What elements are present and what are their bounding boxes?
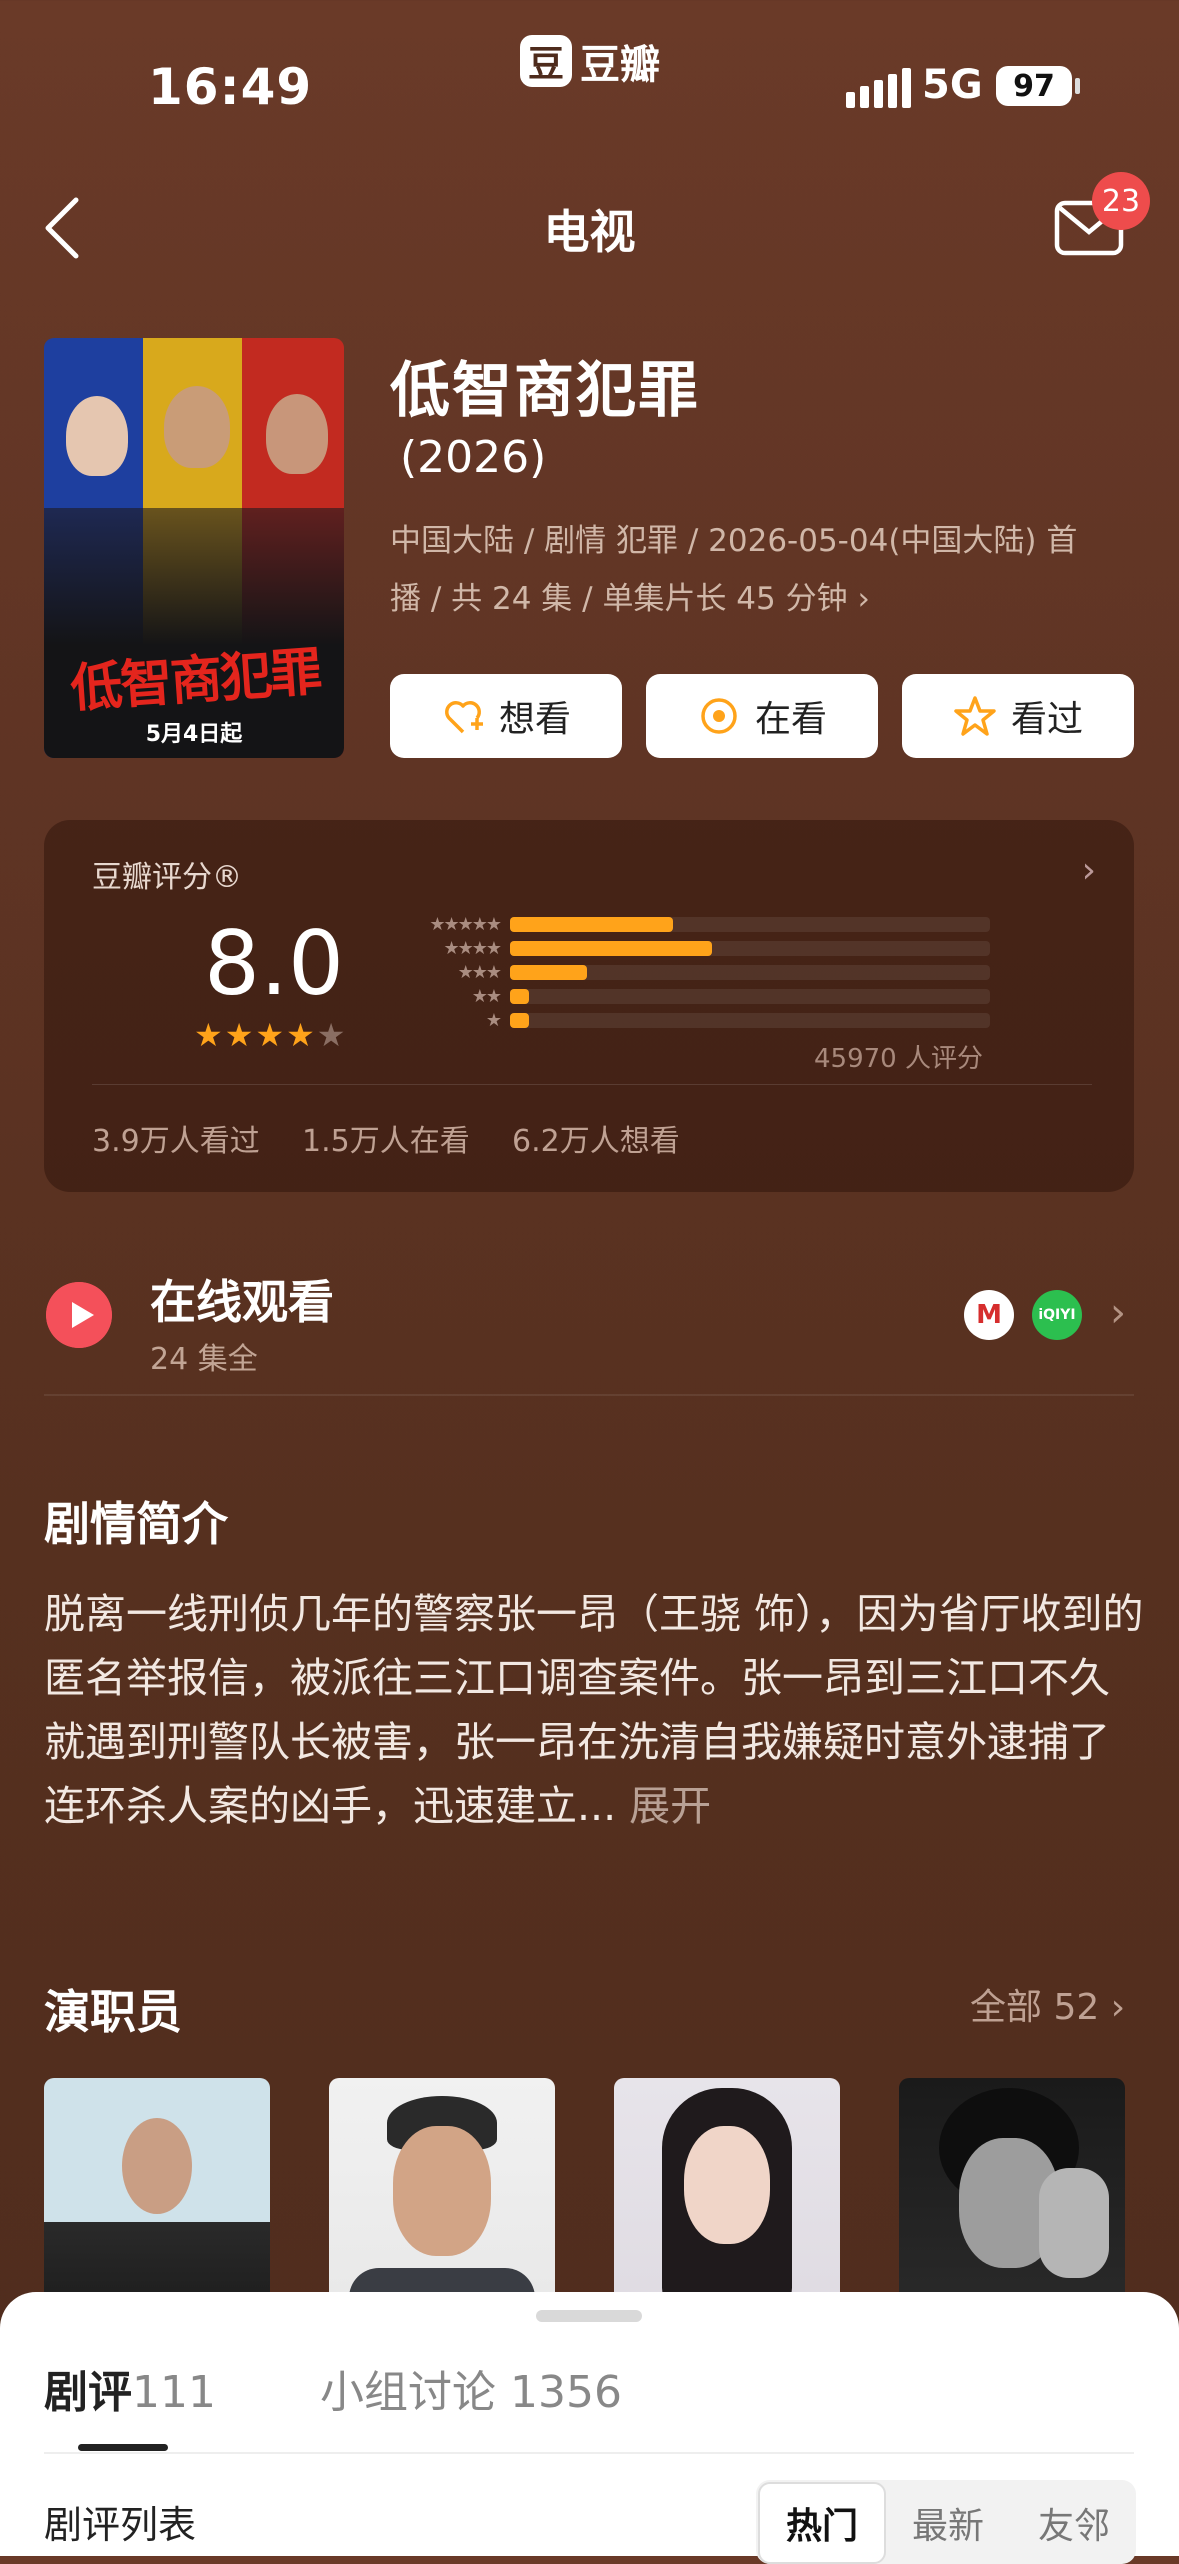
online-watch-title[interactable]: 在线观看 [150,1266,334,1332]
rating-count: 45970 人评分 [814,1044,983,1074]
tab-reviews-count: 111 [132,2367,216,2418]
douban-logo-icon: 豆 [520,35,572,87]
star-empty-icon: ★ [316,1016,348,1054]
rating-row-4-star: ★★★★ [384,937,990,959]
battery-tip [1075,78,1080,94]
rating-row-5-star: ★★★★★ [384,913,990,935]
rating-bar-track [510,940,990,956]
rating-bar-fill [510,964,587,980]
tab-indicator [78,2444,168,2451]
show-poster[interactable]: 低智商犯罪 5月4日起 [44,338,344,758]
rating-bar-fill [510,988,530,1004]
drag-handle[interactable] [536,2310,642,2322]
tab-reviews[interactable]: 剧评111 [44,2356,216,2420]
stat-watching: 1.5万人在看 [302,1124,470,1159]
signal-icon [846,68,911,108]
battery-icon: 97 [996,66,1072,106]
star-filled-icon: ★ [194,1016,225,1054]
chevron-right-icon[interactable]: › [1110,1290,1126,1336]
rating-bar-track [510,964,990,980]
synopsis-text[interactable]: 脱离一线刑侦几年的警察张一昂（王骁 饰），因为省厅收到的匿名举报信，被派往三江口… [44,1582,1144,1838]
cast-photo-3[interactable] [614,2078,840,2318]
rating-row-stars-icon: ★★★ [457,961,502,983]
play-icon[interactable] [46,1282,112,1348]
chevron-right-icon: › [1110,1987,1126,2028]
watched-button[interactable]: 看过 [902,674,1134,758]
watching-label: 在看 [754,699,827,740]
rating-row-1-star: ★ [384,1009,990,1031]
cast-photo-4[interactable] [899,2078,1125,2318]
douban-app-name: 豆瓣 [580,42,660,88]
cast-photo-2[interactable] [329,2078,555,2318]
rating-row-stars-icon: ★★ [471,985,502,1007]
tab-reviews-label: 剧评 [44,2367,132,2418]
mango-tv-icon[interactable]: M [964,1290,1014,1340]
rating-row-stars-icon: ★ [485,1009,502,1031]
heart-plus-icon [445,701,483,734]
sort-friends[interactable]: 友邻 [1012,2484,1136,2562]
meta-line-2: 播 / 共 24 集 / 单集片长 45 分钟 [390,581,848,617]
rating-stars: ★★★★★ [194,1016,347,1054]
rating-row-stars-icon: ★★★★ [443,937,502,959]
rating-card[interactable]: 豆瓣评分® › 8.0 ★★★★★ ★★★★★ ★★★★ ★★★ ★★ ★ 45970 … [44,820,1134,1192]
star-filled-icon: ★ [286,1016,317,1054]
watching-button[interactable]: 在看 [646,674,878,758]
rating-score: 8.0 [204,912,344,1015]
douban-app-badge: 豆 豆瓣 [520,34,660,88]
divider [44,1394,1134,1396]
reviews-sheet[interactable]: 剧评111 小组讨论 1356 剧评列表 热门 最新 友邻 [0,2292,1179,2564]
rating-bar-track [510,988,990,1004]
show-title: 低智商犯罪 [390,356,700,426]
show-year: (2026) [400,432,547,483]
want-label: 想看 [498,699,571,740]
want-button[interactable]: 想看 [390,674,622,758]
watching-dot-icon [701,698,737,734]
stat-watched: 3.9万人看过 [92,1124,260,1159]
chevron-right-icon: › [857,581,870,617]
rating-row-2-star: ★★ [384,985,990,1007]
star-filled-icon: ★ [255,1016,287,1054]
page-title: 电视 [543,205,636,259]
star-outline-icon [954,696,996,736]
synopsis-heading: 剧情简介 [44,1497,228,1551]
rating-label: 豆瓣评分® [92,860,242,895]
cast-all-link[interactable]: 全部 52 › [970,1978,1125,2030]
stat-want: 6.2万人想看 [512,1124,680,1159]
cast-all-label: 全部 52 [970,1987,1100,2028]
tab-group-discussion[interactable]: 小组讨论 1356 [320,2356,622,2420]
online-watch-subtitle: 24 集全 [150,1342,258,1377]
mail-count-badge: 23 [1092,172,1150,230]
rating-bar-fill [510,1012,530,1028]
chevron-right-icon: › [1081,850,1096,891]
watched-label: 看过 [1010,699,1083,740]
star-filled-icon: ★ [224,1016,256,1054]
divider [92,1084,1092,1085]
sort-hot[interactable]: 热门 [758,2482,886,2564]
iqiyi-icon[interactable]: iQIYI [1032,1290,1082,1340]
rating-row-3-star: ★★★ [384,961,990,983]
poster-date: 5月4日起 [145,722,243,747]
rating-bar-fill [510,940,712,956]
rating-row-stars-icon: ★★★★★ [429,913,502,935]
synopsis-body: 脱离一线刑侦几年的警察张一昂（王骁 饰），因为省厅收到的匿名举报信，被派往三江口… [44,1590,1144,1830]
review-list-label: 剧评列表 [44,2503,197,2547]
show-meta[interactable]: 中国大陆 / 剧情 犯罪 / 2026-05-04(中国大陆) 首 播 / 共 … [390,512,1140,628]
network-label: 5G [922,62,983,108]
sort-latest[interactable]: 最新 [886,2484,1010,2562]
sort-segmented-control: 热门 最新 友邻 [756,2480,1136,2564]
status-time: 16:49 [148,58,313,116]
expand-link[interactable]: 展开 [629,1782,711,1830]
cast-photo-1[interactable] [44,2078,270,2318]
rating-bar-track [510,916,990,932]
divider [44,2452,1134,2454]
meta-line-1: 中国大陆 / 剧情 犯罪 / 2026-05-04(中国大陆) 首 [390,523,1078,559]
rating-bar-fill [510,916,674,932]
rating-bar-track [510,1012,990,1028]
cast-heading: 演职员 [44,1985,182,2039]
